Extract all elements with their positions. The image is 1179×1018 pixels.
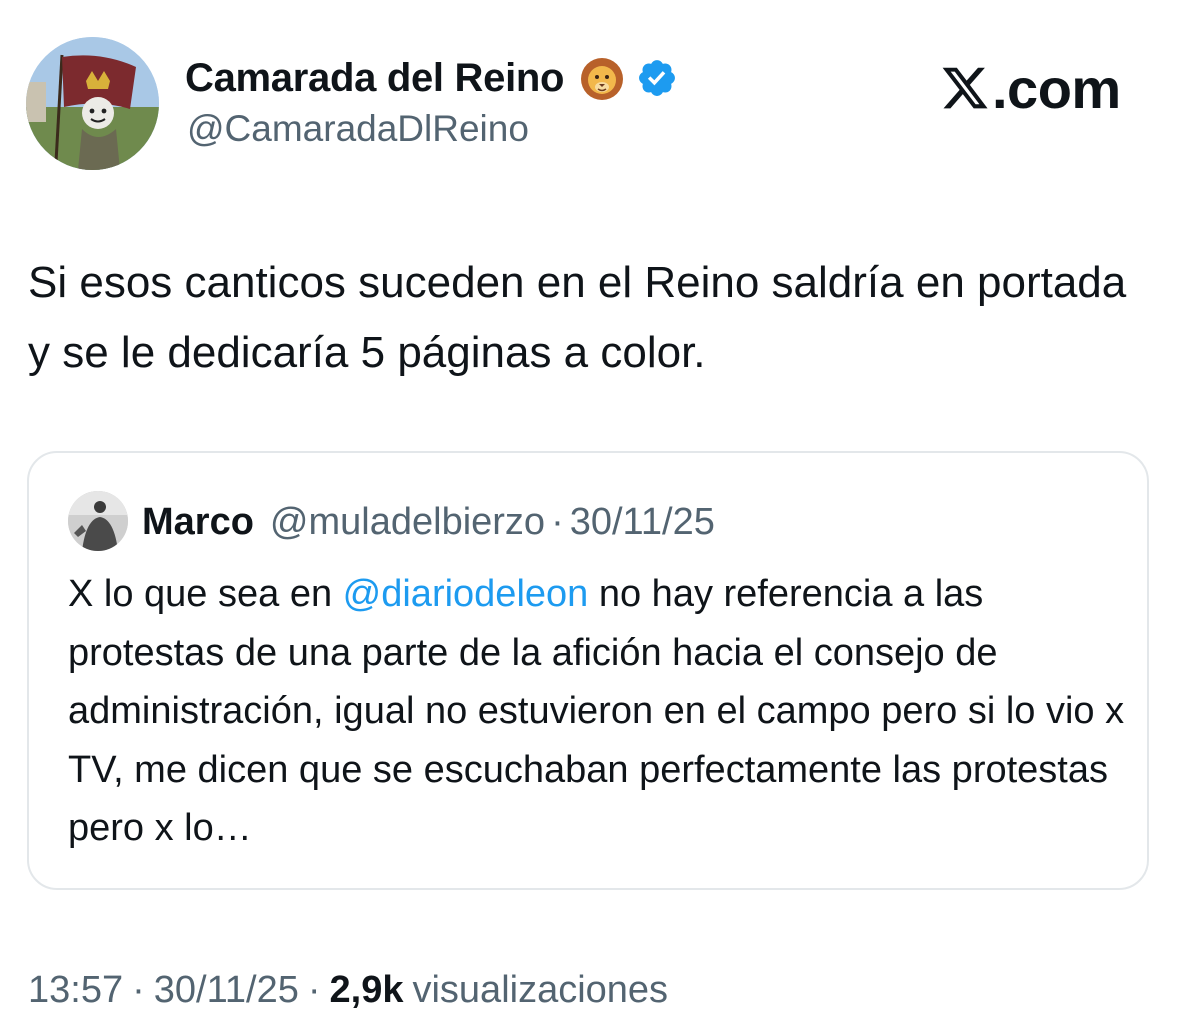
meta-separator-2: · [307,968,321,1011]
views-label[interactable]: visualizaciones [412,969,668,1012]
author-avatar[interactable] [26,37,159,170]
quoted-tweet-text: X lo que sea en @diariodeleon no hay ref… [68,565,1128,858]
author-name-row: Camarada del Reino [185,50,678,106]
meta-separator-1: · [132,968,145,1011]
quoted-avatar-image [68,491,128,551]
avatar-image [26,37,159,170]
quoted-author-avatar[interactable] [68,491,128,551]
lion-face-icon [578,54,626,102]
quoted-header-separator: · [551,500,564,543]
quoted-author-handle[interactable]: @muladelbierzo [270,501,545,544]
quoted-mention-link[interactable]: @diariodeleon [343,573,589,615]
brand-watermark: .com [940,56,1121,120]
quoted-text-before-mention: X lo que sea en [68,573,343,615]
verified-badge-icon[interactable] [636,57,678,99]
quoted-tweet-date[interactable]: 30/11/25 [570,501,715,544]
author-display-name[interactable]: Camarada del Reino [185,56,564,101]
views-count[interactable]: 2,9k [330,969,404,1012]
x-logo-icon [940,63,990,113]
quoted-tweet-card[interactable]: Marco @muladelbierzo · 30/11/25 X lo que… [27,451,1149,890]
tweet-meta: 13:57 · 30/11/25 · 2,9k visualizaciones [28,962,668,1018]
tweet-text: Si esos canticos suceden en el Reino sal… [28,258,1127,377]
author-handle[interactable]: @CamaradaDlReino [187,108,529,150]
quoted-author-name[interactable]: Marco [142,501,254,544]
tweet-date[interactable]: 30/11/25 [154,969,299,1012]
tweet-time[interactable]: 13:57 [28,969,123,1012]
brand-text: .com [992,56,1121,120]
quoted-tweet-header: Marco @muladelbierzo · 30/11/25 [142,497,715,547]
